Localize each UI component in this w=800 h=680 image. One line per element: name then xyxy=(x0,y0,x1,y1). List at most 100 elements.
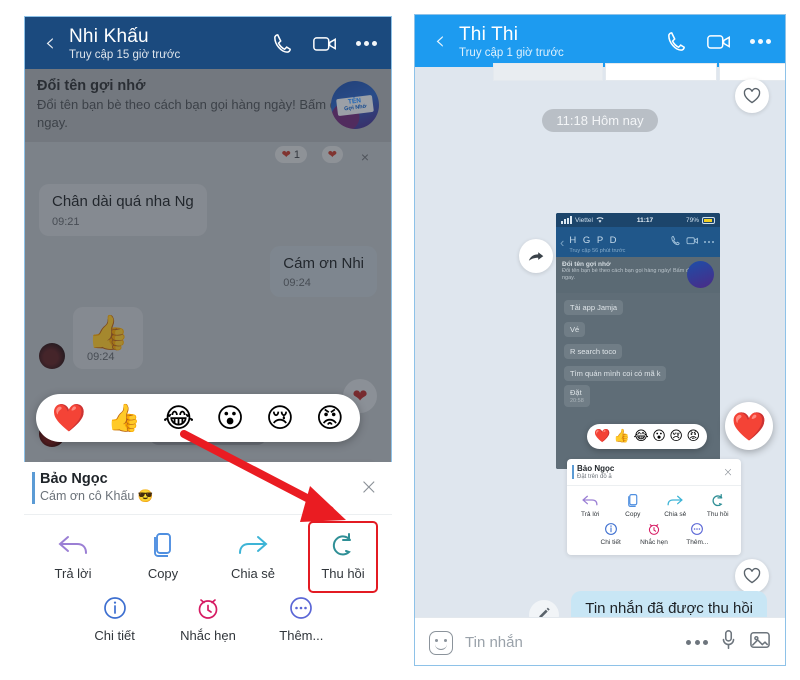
back-icon[interactable]: ‹ xyxy=(35,30,65,56)
back-icon[interactable]: ‹ xyxy=(425,28,455,54)
info-circle-icon xyxy=(103,597,126,619)
my-reaction-pill[interactable]: ❤ xyxy=(321,146,343,164)
heart-icon: ❤ xyxy=(281,148,291,162)
page-title: Thi Thi xyxy=(459,23,519,45)
reply-button[interactable]: Trả lời xyxy=(28,527,118,585)
copy-button[interactable]: Copy xyxy=(612,492,655,519)
action-label: Thêm... xyxy=(686,539,709,546)
more-button[interactable]: Thêm... xyxy=(676,521,719,547)
action-label: Chia sẻ xyxy=(230,566,276,581)
list-item: Tìm quán mình coi có mã k xyxy=(564,366,667,381)
image-icon[interactable] xyxy=(749,630,771,655)
page-title: Nhi Khấu xyxy=(69,25,149,47)
right-phone-screenshot: ‹ Thi Thi Truy cập 1 giờ trước 11:18 Hôm… xyxy=(414,14,786,666)
reaction-sad-icon[interactable]: 😢 xyxy=(669,430,683,443)
table-row: Cám ơn Nhi 09:24 xyxy=(39,245,377,298)
right-header-titles[interactable]: Thi Thi Truy cập 1 giờ trước xyxy=(455,24,665,59)
message-text: Chân dài quá nha Ng xyxy=(52,193,194,211)
share-button[interactable]: Chia sẻ xyxy=(654,492,697,519)
list-item: R search toco xyxy=(564,344,623,359)
message-time: 09:24 xyxy=(283,277,311,290)
reaction-like-icon[interactable]: 👍 xyxy=(107,405,141,432)
left-header-titles[interactable]: Nhi Khấu Truy cập 15 giờ trước xyxy=(65,26,271,61)
reaction-wow-icon[interactable]: 😮 xyxy=(652,430,666,443)
more-horizontal-icon[interactable] xyxy=(750,38,771,44)
details-button[interactable]: Chi tiết xyxy=(589,521,632,547)
smiley-icon[interactable] xyxy=(429,630,453,655)
reaction-heart-icon[interactable]: ❤️ xyxy=(594,430,610,443)
more-horizontal-icon xyxy=(703,240,714,244)
reaction-count-pill[interactable]: ❤ 1 xyxy=(274,146,307,164)
share-arrow-icon xyxy=(667,495,684,506)
close-icon[interactable]: × xyxy=(361,149,369,165)
reaction-sad-icon[interactable]: 😢 xyxy=(266,405,294,432)
video-camera-icon xyxy=(686,233,699,251)
reaction-haha-icon[interactable]: 😂 xyxy=(633,430,648,443)
recall-button[interactable]: Thu hồi xyxy=(298,527,388,585)
list-item[interactable] xyxy=(493,63,603,81)
inner-action-row-primary: Trả lời Copy Chia sẻ Thu hồi xyxy=(567,486,741,519)
reminder-button[interactable]: Nhắc hẹn xyxy=(632,521,675,547)
undo-recall-icon xyxy=(712,493,723,507)
close-icon[interactable]: × xyxy=(360,477,378,499)
reaction-like-icon[interactable]: 👍 xyxy=(614,430,630,443)
heart-icon: ❤ xyxy=(327,148,337,162)
message-time: 09:21 xyxy=(52,215,80,228)
close-icon[interactable]: × xyxy=(723,466,733,478)
signal-bars-icon xyxy=(561,216,572,224)
recall-button[interactable]: Thu hồi xyxy=(697,492,740,519)
sticker-message[interactable]: 👍 09:24 xyxy=(73,307,144,370)
heart-outline-icon xyxy=(743,567,761,584)
message-bubble-outgoing[interactable]: Cám ơn Nhi 09:24 xyxy=(270,245,377,298)
undo-recall-icon xyxy=(332,533,351,556)
reaction-heart-icon[interactable]: ❤️ xyxy=(52,405,86,432)
video-camera-icon[interactable] xyxy=(312,32,338,55)
action-label: Chi tiết xyxy=(94,628,135,643)
inner-message-time: 20:58 xyxy=(570,398,584,404)
left-header-actions xyxy=(271,32,377,55)
heart-outline-icon xyxy=(743,87,761,104)
reminder-button[interactable]: Nhắc hẹn xyxy=(161,591,254,647)
reaction-wow-icon[interactable]: 😮 xyxy=(216,405,244,432)
last-seen-text: Truy cập 15 giờ trước xyxy=(69,48,181,61)
inner-action-sheet-header: Bảo Ngọc Đặt trên đồ ă × xyxy=(567,459,741,486)
message-text: Tin nhắn đã được thu hồi xyxy=(585,600,753,617)
details-button[interactable]: Chi tiết xyxy=(68,591,161,647)
battery-icon xyxy=(702,216,715,224)
reaction-angry-icon[interactable]: 😡 xyxy=(316,405,344,432)
reaction-picker[interactable]: ❤️ 👍 😂 😮 😢 😡 xyxy=(36,394,360,442)
inner-status-bar: Viettel 11:17 79% xyxy=(556,213,720,227)
action-label: Thu hồi xyxy=(321,566,365,581)
message-preview: Đặt trên đồ ă xyxy=(577,474,612,480)
microphone-icon[interactable] xyxy=(720,629,737,656)
avatar xyxy=(39,343,65,370)
forward-arrow-icon xyxy=(528,251,543,261)
forward-button[interactable] xyxy=(519,239,553,273)
message-input[interactable]: Tin nhắn xyxy=(465,634,674,651)
reaction-angry-icon[interactable]: 😡 xyxy=(686,430,700,443)
message-bubble-incoming[interactable]: Chân dài quá nha Ng 09:21 xyxy=(39,184,207,236)
reaction-haha-icon[interactable]: 😂 xyxy=(163,405,195,432)
inner-reaction-picker[interactable]: ❤️ 👍 😂 😮 😢 😡 xyxy=(587,424,707,449)
like-button[interactable] xyxy=(735,79,769,113)
reply-button[interactable]: Trả lời xyxy=(569,492,612,519)
list-item[interactable] xyxy=(605,63,717,81)
selected-reaction-bubble[interactable]: ❤️ xyxy=(725,402,773,450)
more-button[interactable]: Thêm... xyxy=(255,591,348,647)
phone-icon[interactable] xyxy=(271,32,294,55)
phone-icon[interactable] xyxy=(665,30,688,53)
copy-button[interactable]: Copy xyxy=(118,527,208,585)
rename-promo-banner[interactable]: Đổi tên gợi nhớ Đổi tên bạn bè theo cách… xyxy=(25,69,391,143)
more-horizontal-icon[interactable] xyxy=(356,40,377,46)
info-circle-icon xyxy=(604,523,617,535)
action-row-primary: Trả lời Copy Chia sẻ Thu hồi xyxy=(24,515,392,587)
list-item: Vé xyxy=(564,322,586,337)
more-horizontal-icon[interactable] xyxy=(686,640,708,645)
inner-rename-promo: Đổi tên gợi nhớ Đổi tên bạn bè theo cách… xyxy=(556,257,720,293)
action-label: Thêm... xyxy=(279,628,324,643)
action-label: Trả lời xyxy=(581,511,600,518)
like-button[interactable] xyxy=(735,559,769,593)
share-button[interactable]: Chia sẻ xyxy=(208,527,298,585)
video-camera-icon[interactable] xyxy=(706,30,732,53)
reply-arrow-icon xyxy=(58,536,87,554)
